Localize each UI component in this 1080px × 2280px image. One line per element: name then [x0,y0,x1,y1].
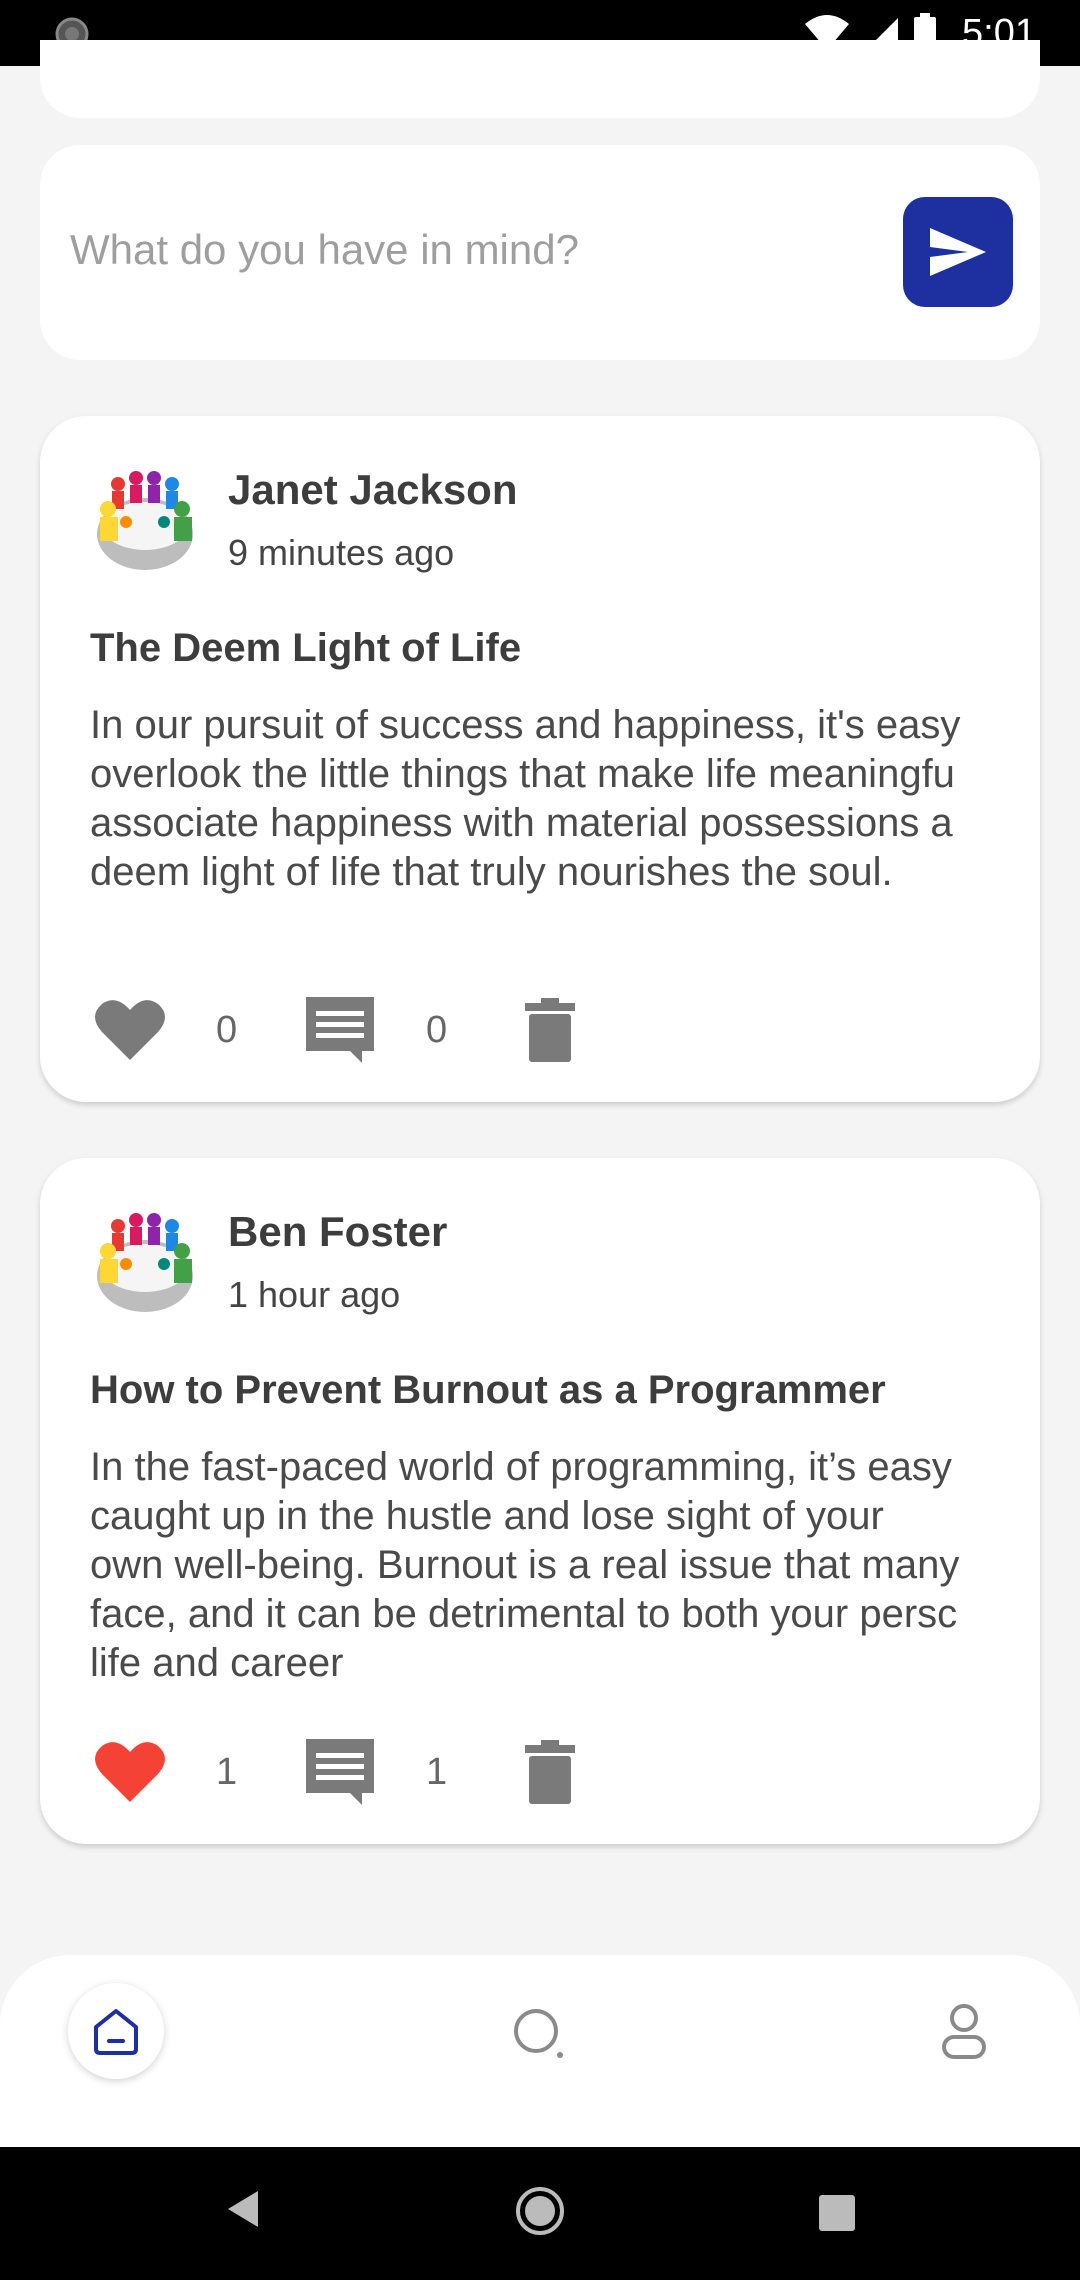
post-card[interactable]: Ben Foster 1 hour ago How to Prevent Bur… [40,1158,1040,1844]
delete-button[interactable] [510,1732,590,1812]
post-body-line: In the fast-paced world of programming, … [90,1445,952,1489]
bottom-nav [0,1955,1080,2147]
post-body-line: face, and it can be detrimental to both … [90,1592,958,1636]
nav-home-button[interactable] [68,1983,164,2079]
author-name[interactable]: Ben Foster [228,1208,447,1256]
trash-icon [525,1740,575,1804]
like-button[interactable] [90,1732,170,1812]
avatar [90,1206,200,1316]
post-time: 9 minutes ago [228,532,455,573]
comment-count: 1 [426,1750,448,1793]
post-actions: 0 0 [90,990,590,1070]
author-name[interactable]: Janet Jackson [228,466,518,514]
post-body: In the fast-paced world of programming, … [90,1443,1052,1688]
recents-icon[interactable] [819,2195,855,2231]
system-nav-bar [0,2147,1080,2280]
delete-button[interactable] [510,990,590,1070]
search-icon[interactable] [510,2005,570,2065]
post-body-line: In our pursuit of success and happiness,… [90,703,961,747]
comment-count: 0 [426,1008,448,1051]
like-count: 0 [216,1008,238,1051]
post-body-line: caught up in the hustle and lose sight o… [90,1494,884,1538]
send-button[interactable] [903,197,1013,307]
post-title: The Deem Light of Life [90,626,522,670]
post-time: 1 hour ago [228,1274,401,1315]
comment-button[interactable] [300,990,380,1070]
profile-icon[interactable] [934,2001,994,2061]
post-body: In our pursuit of success and happiness,… [90,701,1052,897]
send-icon [930,228,986,276]
comment-button[interactable] [300,1732,380,1812]
heart-icon [95,1000,165,1060]
home-circle-icon[interactable] [514,2185,566,2237]
heart-icon [95,1742,165,1802]
post-card[interactable]: Janet Jackson 9 minutes ago The Deem Lig… [40,416,1040,1102]
trash-icon [525,998,575,1062]
post-body-line: deem light of life that truly nourishes … [90,850,893,894]
like-button[interactable] [90,990,170,1070]
like-count: 1 [216,1750,238,1793]
post-body-line: life and career [90,1641,344,1685]
avatar [90,464,200,574]
comment-icon [306,997,374,1063]
comment-icon [306,1739,374,1805]
previous-card [40,40,1040,118]
post-body-line: associate happiness with material posses… [90,801,953,845]
compose-input[interactable] [70,215,850,285]
post-title: How to Prevent Burnout as a Programmer [90,1368,886,1412]
home-icon [94,2009,138,2055]
post-body-line: own well-being. Burnout is a real issue … [90,1543,960,1587]
post-actions: 1 1 [90,1732,590,1812]
compose-box [40,145,1040,360]
back-icon[interactable] [222,2187,262,2231]
post-body-line: overlook the little things that make lif… [90,752,955,796]
